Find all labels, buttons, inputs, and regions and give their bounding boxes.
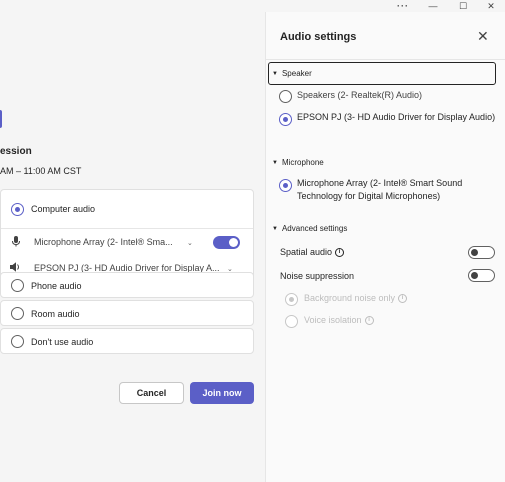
computer-audio-label: Computer audio (31, 204, 96, 214)
close-window-icon[interactable]: ✕ (476, 0, 505, 12)
microphone-toggle[interactable] (213, 236, 240, 249)
advanced-section-header[interactable]: ▼ Advanced settings (272, 224, 347, 233)
microphone-icon (12, 236, 20, 247)
dont-use-audio-radio[interactable] (11, 335, 24, 348)
microphone-option-label[interactable]: Microphone Array (2- Intel® Smart Sound … (297, 177, 497, 203)
phone-audio-option[interactable]: Phone audio (0, 272, 254, 298)
speaker-option-radio-selected[interactable] (279, 113, 292, 126)
video-preview-edge (0, 110, 2, 128)
spatial-audio-toggle[interactable] (468, 246, 495, 259)
phone-audio-radio[interactable] (11, 279, 24, 292)
voice-isolation-label: Voice isolation i (304, 314, 374, 327)
minimize-icon[interactable]: — (418, 0, 448, 12)
background-noise-label: Background noise only i (304, 292, 408, 305)
speaker-option-label[interactable]: Speakers (2- Realtek(R) Audio) (297, 89, 422, 102)
info-icon[interactable]: i (364, 316, 374, 326)
computer-audio-radio[interactable] (11, 203, 24, 216)
spatial-audio-text: Spatial audio (280, 247, 333, 257)
prejoin-pane: ession AM – 11:00 AM CST Computer audio … (0, 12, 265, 482)
background-noise-text: Background noise only (304, 293, 396, 303)
spatial-audio-label: Spatial audio i (280, 246, 345, 259)
audio-settings-panel: Audio settings ✕ ▼ Speaker Speakers (2- … (265, 12, 505, 482)
join-now-button[interactable]: Join now (190, 382, 254, 404)
voice-isolation-radio (285, 315, 298, 328)
advanced-section-label: Advanced settings (281, 224, 348, 233)
title-bar: ··· — ☐ ✕ (0, 0, 505, 12)
noise-suppression-label: Noise suppression (280, 271, 355, 281)
caret-down-icon: ▼ (272, 159, 278, 166)
dont-use-audio-option[interactable]: Don't use audio (0, 328, 254, 354)
chevron-down-icon[interactable]: ⌄ (187, 239, 193, 247)
panel-title: Audio settings (280, 31, 357, 43)
computer-audio-option[interactable]: Computer audio (1, 190, 253, 228)
microphone-section-label: Microphone (281, 158, 324, 167)
caret-down-icon: ▼ (272, 225, 278, 232)
voice-isolation-text: Voice isolation (304, 315, 362, 325)
background-noise-radio (285, 293, 298, 306)
noise-suppression-toggle[interactable] (468, 269, 495, 282)
microphone-device-select[interactable]: Microphone Array (2- Intel® Sma... (34, 237, 173, 247)
divider (1, 228, 253, 229)
speaker-option-label-selected[interactable]: EPSON PJ (3- HD Audio Driver for Display… (297, 111, 497, 124)
more-icon[interactable]: ··· (388, 0, 418, 12)
cancel-button[interactable]: Cancel (119, 382, 184, 404)
divider (266, 59, 505, 60)
maximize-icon[interactable]: ☐ (448, 0, 478, 12)
room-audio-option[interactable]: Room audio (0, 300, 254, 326)
computer-audio-card: Computer audio Microphone Array (2- Inte… (0, 189, 254, 281)
room-audio-label: Room audio (31, 309, 80, 319)
dont-use-audio-label: Don't use audio (31, 337, 94, 347)
info-icon[interactable]: i (398, 294, 408, 304)
speaker-option-radio[interactable] (279, 90, 292, 103)
microphone-section-header[interactable]: ▼ Microphone (272, 158, 324, 167)
meeting-title: ession (0, 146, 32, 157)
meeting-time: AM – 11:00 AM CST (0, 166, 82, 176)
room-audio-radio[interactable] (11, 307, 24, 320)
phone-audio-label: Phone audio (31, 281, 82, 291)
speaker-section-label: Speaker (281, 69, 312, 78)
close-icon[interactable]: ✕ (477, 28, 489, 45)
caret-down-icon: ▼ (272, 70, 278, 77)
microphone-option-radio[interactable] (279, 179, 292, 192)
speaker-section-header[interactable]: ▼ Speaker (268, 62, 496, 85)
info-icon[interactable]: i (335, 248, 345, 258)
